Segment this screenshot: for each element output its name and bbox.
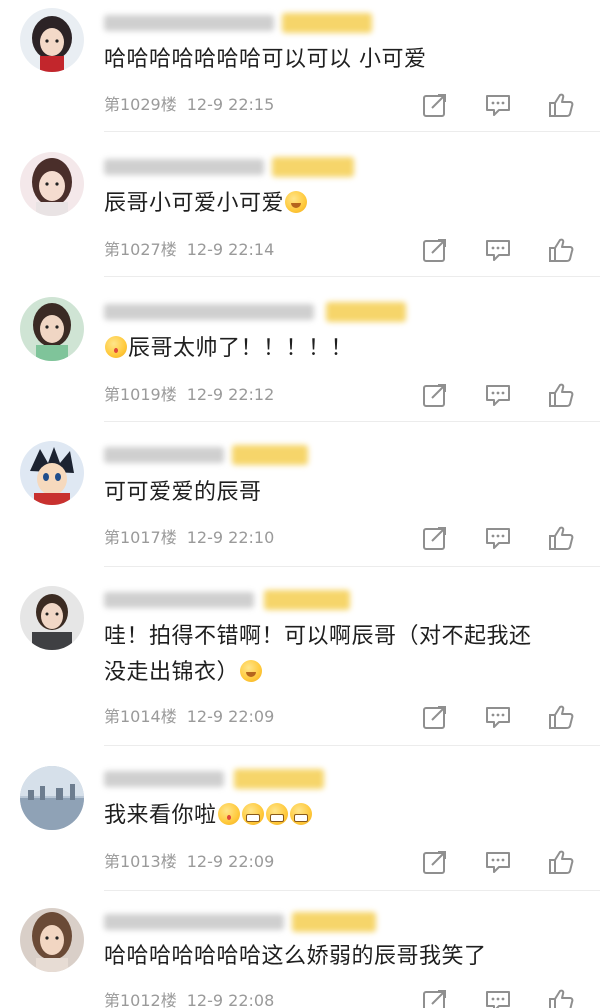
comment-time: 12-9 22:09: [186, 852, 275, 871]
comment-meta: 第1029楼 12-9 22:15: [104, 95, 274, 115]
city-landscape-avatar[interactable]: [20, 766, 84, 830]
grin-emoji: [265, 803, 288, 825]
comment-meta: 第1013楼 12-9 22:09: [104, 852, 274, 872]
comment-text: 哈哈哈哈哈哈哈这么娇弱的辰哥我笑了: [104, 944, 487, 969]
comment-meta: 第1027楼 12-9 22:14: [104, 240, 274, 260]
comment-item: 可可爱爱的辰哥 第1017楼 12-9 22:10: [0, 422, 600, 566]
comment-meta: 第1012楼 12-9 22:08: [104, 991, 274, 1008]
username-blurred[interactable]: [104, 156, 364, 178]
woman-portrait-avatar[interactable]: [20, 908, 84, 972]
comment-bubble-icon[interactable]: [484, 381, 512, 409]
grin-emoji: [241, 803, 264, 825]
tongue-grin-emoji: [217, 803, 240, 825]
share-arrow-icon[interactable]: [421, 236, 449, 264]
comment-bubble-icon[interactable]: [484, 987, 512, 1008]
username-blurred[interactable]: [104, 301, 406, 323]
thumbs-up-icon[interactable]: [547, 987, 575, 1008]
thumbs-up-icon[interactable]: [547, 848, 575, 876]
girl-cat-filter-avatar[interactable]: [20, 152, 84, 216]
floor-number: 第1017楼: [104, 528, 177, 547]
comment-text: 哈哈哈哈哈哈哈可以可以 小可爱: [104, 47, 427, 72]
girl-photo-avatar[interactable]: [20, 297, 84, 361]
comment-text: 哇！拍得不错啊！可以啊辰哥（对不起我还 没走出锦衣）: [104, 624, 532, 685]
comment-meta: 第1014楼 12-9 22:09: [104, 707, 274, 727]
username-blurred[interactable]: [104, 768, 364, 790]
username-blurred[interactable]: [104, 911, 376, 933]
yummy-emoji: [105, 336, 127, 358]
comment-time: 12-9 22:09: [186, 707, 275, 726]
laugh-cry-emoji: [240, 660, 263, 682]
share-arrow-icon[interactable]: [421, 848, 449, 876]
comment-text: 辰哥小可爱小可爱: [104, 186, 584, 222]
comment-time: 12-9 22:14: [186, 240, 275, 259]
floor-number: 第1029楼: [104, 95, 177, 114]
comment-item: 哈哈哈哈哈哈哈这么娇弱的辰哥我笑了 第1012楼 12-9 22:08: [0, 891, 600, 1008]
smile-emoji: [285, 191, 308, 213]
comment-item: 辰哥太帅了！！！！！ 第1019楼 12-9 22:12: [0, 277, 600, 421]
comment-text: 可可爱爱的辰哥: [104, 480, 262, 505]
thumbs-up-icon[interactable]: [547, 236, 575, 264]
comment-time: 12-9 22:08: [186, 991, 275, 1008]
share-arrow-icon[interactable]: [421, 524, 449, 552]
floor-number: 第1013楼: [104, 852, 177, 871]
comment-item: 我来看你啦 第1013楼 12-9 22:09: [0, 746, 600, 890]
comment-bubble-icon[interactable]: [484, 91, 512, 119]
comment-list: 哈哈哈哈哈哈哈可以可以 小可爱 第1029楼 12-9 22:15 辰哥小可爱小可…: [0, 0, 600, 1008]
floor-number: 第1027楼: [104, 240, 177, 259]
comment-text: 辰哥太帅了！！！！！: [104, 331, 584, 367]
thumbs-up-icon[interactable]: [547, 524, 575, 552]
girl-illustration-avatar[interactable]: [20, 8, 84, 72]
comment-bubble-icon[interactable]: [484, 703, 512, 731]
comment-bubble-icon[interactable]: [484, 524, 512, 552]
share-arrow-icon[interactable]: [421, 703, 449, 731]
grin-emoji: [289, 803, 312, 825]
share-arrow-icon[interactable]: [421, 987, 449, 1008]
comment-item: 哈哈哈哈哈哈哈可以可以 小可爱 第1029楼 12-9 22:15: [0, 0, 600, 130]
username-blurred[interactable]: [104, 12, 372, 34]
floor-number: 第1012楼: [104, 991, 177, 1008]
floor-number: 第1014楼: [104, 707, 177, 726]
woman-photo-avatar[interactable]: [20, 586, 84, 650]
username-blurred[interactable]: [104, 444, 364, 466]
thumbs-up-icon[interactable]: [547, 91, 575, 119]
comment-text: 我来看你啦: [104, 798, 584, 834]
comment-bubble-icon[interactable]: [484, 236, 512, 264]
comment-time: 12-9 22:10: [186, 528, 275, 547]
thumbs-up-icon[interactable]: [547, 703, 575, 731]
comment-meta: 第1017楼 12-9 22:10: [104, 528, 274, 548]
comment-meta: 第1019楼 12-9 22:12: [104, 385, 274, 405]
comment-time: 12-9 22:12: [186, 385, 275, 404]
cartoon-boy-avatar[interactable]: [20, 441, 84, 505]
floor-number: 第1019楼: [104, 385, 177, 404]
thumbs-up-icon[interactable]: [547, 381, 575, 409]
comment-item: 哇！拍得不错啊！可以啊辰哥（对不起我还 没走出锦衣） 第1014楼 12-9 22:…: [0, 567, 600, 745]
username-blurred[interactable]: [104, 589, 364, 611]
share-arrow-icon[interactable]: [421, 381, 449, 409]
comment-bubble-icon[interactable]: [484, 848, 512, 876]
comment-time: 12-9 22:15: [186, 95, 275, 114]
comment-item: 辰哥小可爱小可爱 第1027楼 12-9 22:14: [0, 132, 600, 276]
share-arrow-icon[interactable]: [421, 91, 449, 119]
